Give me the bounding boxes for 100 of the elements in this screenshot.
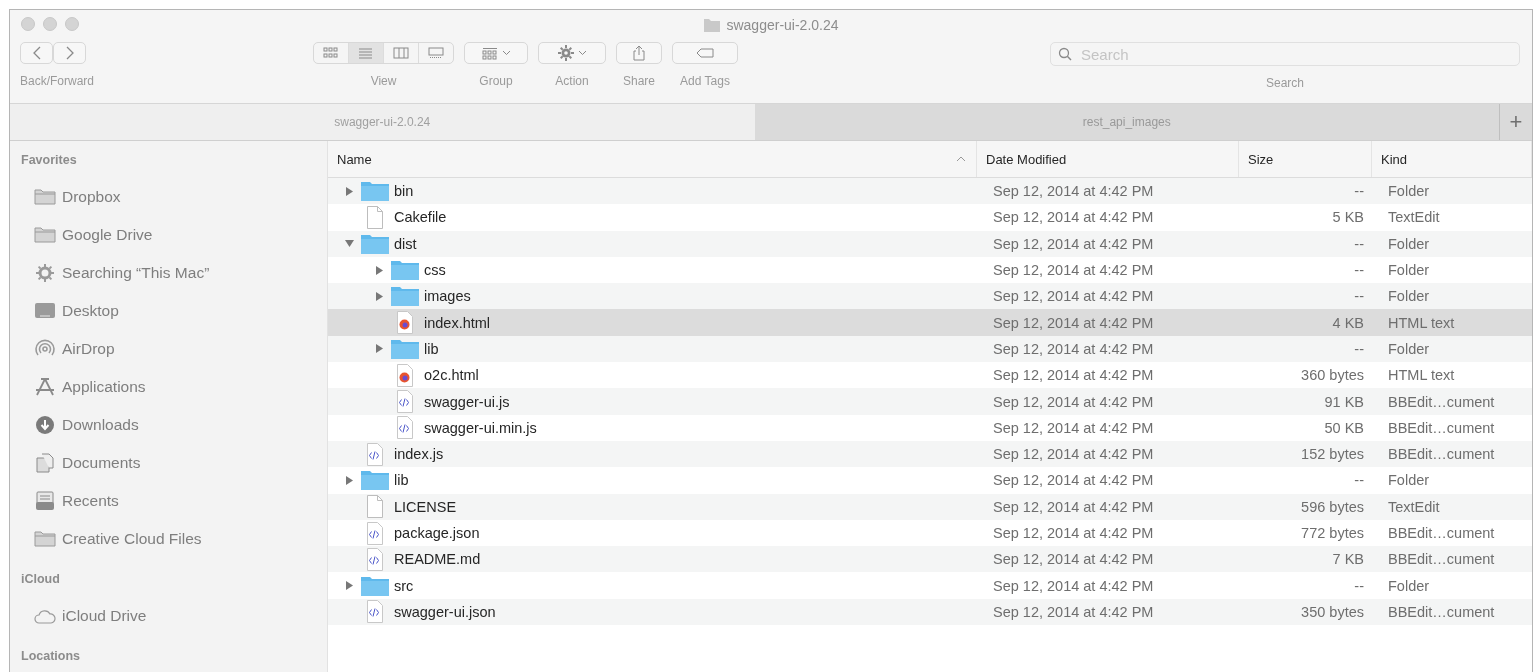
sidebar-item[interactable]: Recents (21, 482, 327, 520)
chevron-down-icon (501, 50, 511, 56)
size-cell-text: -- (1353, 183, 1365, 200)
folder-icon (390, 285, 420, 308)
kind-cell-text: TextEdit (1387, 498, 1441, 515)
file-row[interactable]: swagger-ui.json Sep 12, 2014 at 4:42 PM 350 bytes BBEdit…cument (328, 598, 1532, 626)
file-name: swagger-ui.json (394, 603, 496, 620)
size-cell-text: -- (1353, 472, 1365, 489)
folder-icon (703, 17, 722, 33)
size-cell-text: -- (1353, 577, 1365, 594)
toolbar-label: Add Tags (680, 74, 730, 88)
share-button[interactable] (616, 42, 663, 64)
file-row[interactable]: README.md Sep 12, 2014 at 4:42 PM 7 KB BBEdit…cument (328, 546, 1532, 573)
column-header[interactable]: Date Modified (977, 141, 1239, 177)
file-name: lib (424, 340, 439, 357)
zoom-window-button[interactable] (65, 17, 79, 31)
column-header[interactable]: Size (1239, 141, 1372, 177)
sidebar-item[interactable]: iCloud Drive (21, 597, 327, 635)
file-row[interactable]: Cakefile Sep 12, 2014 at 4:42 PM 5 KB TextEdit (328, 204, 1532, 231)
tag-icon (696, 48, 715, 58)
file-row[interactable]: o2c.html Sep 12, 2014 at 4:42 PM 360 bytes HTML text (328, 362, 1532, 389)
date-cell-text: Sep 12, 2014 at 4:42 PM (992, 235, 1155, 252)
sidebar-item[interactable]: AirDrop (21, 330, 327, 368)
kind-cell-text: Folder (1387, 235, 1431, 252)
share-icon (632, 45, 647, 61)
sidebar-item[interactable]: Creative Cloud Files (21, 520, 327, 558)
file-name: Cakefile (394, 209, 447, 226)
file-row[interactable]: index.html Sep 12, 2014 at 4:42 PM 4 KB HTML text (328, 309, 1532, 336)
sidebar-item[interactable]: Searching “This Mac” (21, 254, 327, 292)
download-icon (34, 415, 56, 435)
group-button[interactable] (464, 42, 529, 64)
file-row[interactable]: lib Sep 12, 2014 at 4:42 PM -- Folder (328, 467, 1532, 494)
sidebar-item[interactable]: Desktop (21, 292, 327, 330)
folder-icon (360, 180, 390, 203)
folder-icon (360, 232, 390, 255)
action-button[interactable] (538, 42, 607, 64)
file-row[interactable]: LICENSE Sep 12, 2014 at 4:42 PM 596 bytes TextEdit (328, 493, 1532, 520)
sidebar-item[interactable]: Dropbox (21, 178, 327, 216)
view-mode-button[interactable] (349, 43, 385, 63)
date-cell-text: Sep 12, 2014 at 4:42 PM (992, 262, 1155, 279)
gear-icon (34, 263, 56, 283)
file-row[interactable]: bin Sep 12, 2014 at 4:42 PM -- Folder (328, 178, 1532, 205)
code-document-icon (397, 390, 413, 413)
file-name: index.html (424, 314, 491, 331)
documents-icon (34, 453, 56, 473)
sidebar-item[interactable]: Applications (21, 368, 327, 406)
sidebar-item[interactable]: Google Drive (21, 216, 327, 254)
file-row[interactable]: swagger-ui.min.js Sep 12, 2014 at 4:42 PM 50 KB BBEdit…cument (328, 414, 1532, 441)
toolbar-label: Group (479, 74, 513, 88)
file-row[interactable]: lib Sep 12, 2014 at 4:42 PM -- Folder (328, 335, 1532, 363)
date-cell-text: Sep 12, 2014 at 4:42 PM (992, 525, 1155, 541)
column-header[interactable]: Kind (1372, 141, 1532, 177)
minimize-window-button[interactable] (43, 17, 57, 31)
date-cell-text: Sep 12, 2014 at 4:42 PM (992, 603, 1155, 620)
size-cell-text: -- (1353, 235, 1365, 252)
search-icon (1058, 47, 1072, 61)
kind-cell-text: Folder (1387, 577, 1431, 594)
toolbar-label: Action (555, 74, 589, 88)
file-name: lib (394, 472, 409, 489)
code-document-icon (367, 547, 383, 571)
size-cell-text: 360 bytes (1300, 367, 1365, 384)
file-row[interactable]: images Sep 12, 2014 at 4:42 PM -- Folder (328, 283, 1532, 310)
new-tab-button[interactable]: + (1499, 104, 1532, 140)
file-row[interactable]: index.js Sep 12, 2014 at 4:42 PM 152 bytes BBEdit…cument (328, 440, 1532, 468)
forward-button[interactable] (53, 42, 86, 64)
sidebar-item[interactable]: Downloads (21, 406, 327, 444)
date-cell-text: Sep 12, 2014 at 4:42 PM (992, 472, 1155, 489)
size-cell-text: -- (1353, 288, 1365, 305)
toolbar-label: Search (1266, 76, 1304, 90)
back-button[interactable] (20, 42, 53, 64)
folder-icon (390, 259, 420, 282)
add-tags-button[interactable] (672, 42, 739, 64)
file-row[interactable]: package.json Sep 12, 2014 at 4:42 PM 772 bytes BBEdit…cument (328, 519, 1532, 547)
sidebar-item[interactable]: Documents (21, 444, 327, 482)
close-window-button[interactable] (21, 17, 35, 31)
gear-icon (557, 45, 574, 61)
file-row[interactable]: src Sep 12, 2014 at 4:42 PM -- Folder (328, 572, 1532, 599)
size-cell-text: -- (1353, 262, 1365, 279)
date-cell-text: Sep 12, 2014 at 4:42 PM (992, 340, 1155, 357)
file-name: swagger-ui.js (424, 393, 510, 410)
icon-grid-icon (323, 47, 340, 59)
folder-icon (390, 337, 420, 360)
size-cell-text: 350 bytes (1300, 603, 1365, 620)
file-row[interactable]: css Sep 12, 2014 at 4:42 PM -- Folder (328, 256, 1532, 284)
kind-cell-text: Folder (1387, 288, 1431, 305)
toolbar-label: Share (623, 74, 656, 88)
columns-view-icon (393, 47, 410, 59)
date-cell-text: Sep 12, 2014 at 4:42 PM (992, 183, 1155, 200)
file-row[interactable]: swagger-ui.js Sep 12, 2014 at 4:42 PM 91 KB BBEdit…cument (328, 388, 1532, 415)
size-cell-text: 7 KB (1331, 551, 1365, 568)
kind-cell-text: BBEdit…cument (1387, 603, 1496, 620)
size-cell-text: -- (1353, 340, 1365, 357)
view-switcher[interactable] (313, 42, 455, 64)
code-document-icon (367, 521, 383, 545)
file-row[interactable]: dist Sep 12, 2014 at 4:42 PM -- Folder (328, 230, 1532, 257)
toolbar-label: View (370, 74, 397, 88)
date-cell-text: Sep 12, 2014 at 4:42 PM (992, 288, 1155, 305)
file-name: o2c.html (424, 367, 479, 384)
web-document-icon (397, 311, 413, 335)
column-header[interactable]: Name (328, 141, 977, 177)
